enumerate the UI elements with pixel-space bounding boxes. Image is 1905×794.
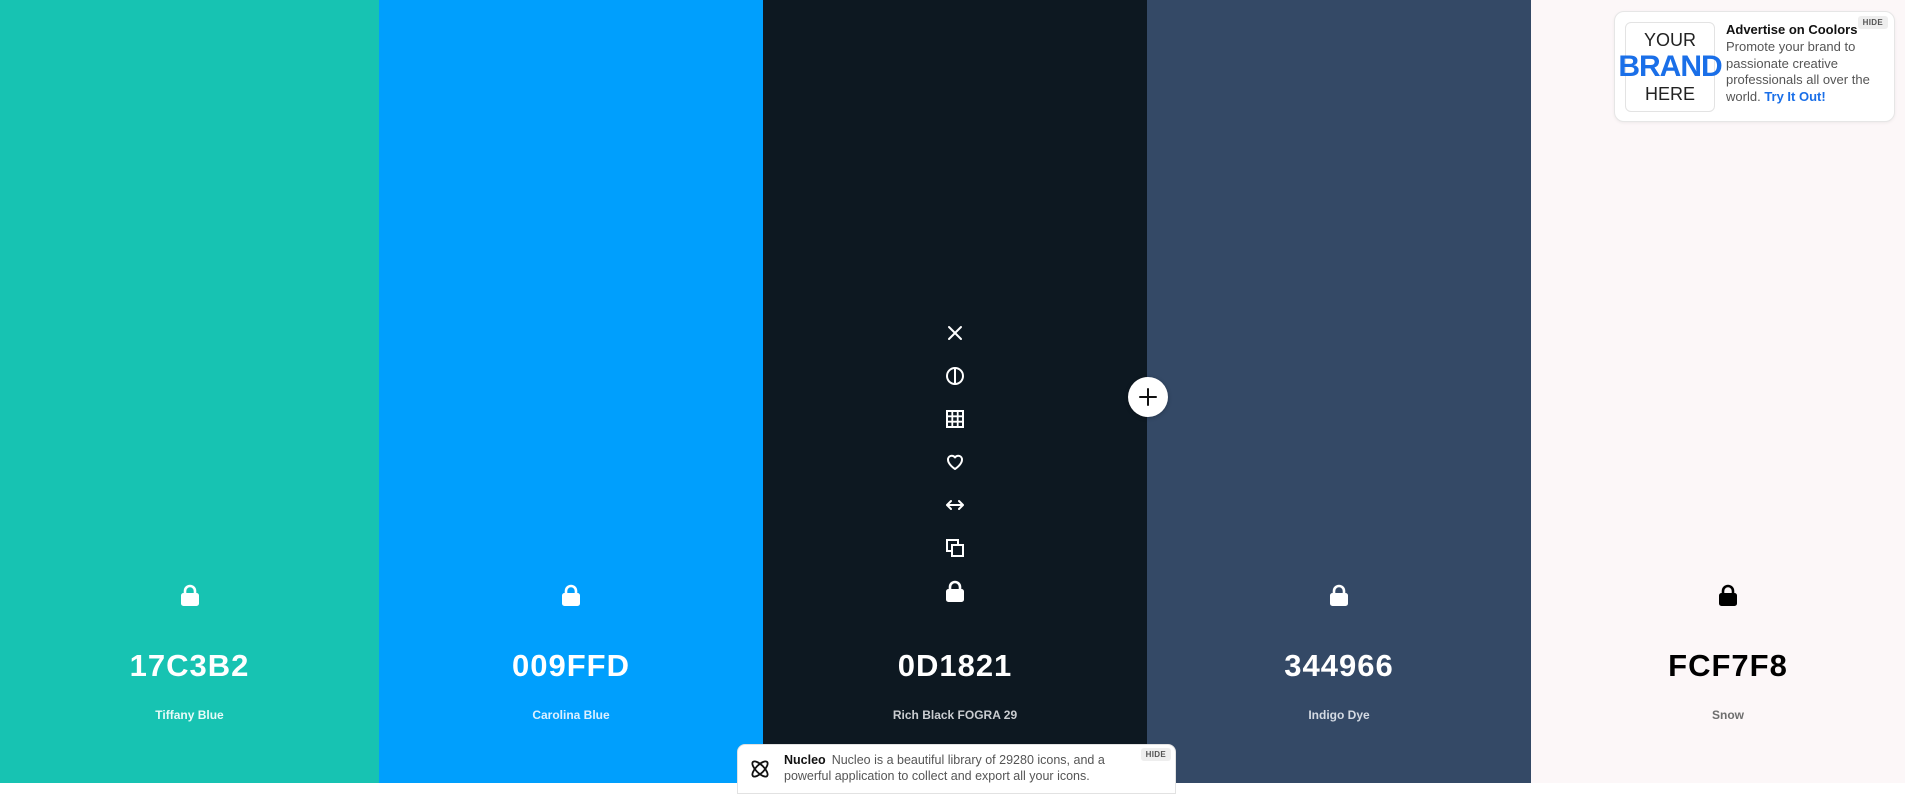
color-column-4[interactable]: 344966 Indigo Dye	[1147, 0, 1531, 783]
column-toolbar	[944, 322, 966, 602]
ad-logo-line: BRAND	[1618, 50, 1722, 83]
copy-icon[interactable]	[944, 537, 966, 559]
color-name[interactable]: Rich Black FOGRA 29	[763, 708, 1147, 722]
color-hex-code[interactable]: 009FFD	[379, 648, 763, 684]
color-column-3[interactable]: 0D1821 Rich Black FOGRA 29	[763, 0, 1147, 783]
ad-logo-line: YOUR	[1643, 30, 1696, 50]
drag-arrows-icon[interactable]	[944, 494, 966, 516]
close-icon[interactable]	[944, 322, 966, 344]
hide-ad-button[interactable]: HIDE	[1857, 16, 1888, 29]
color-name[interactable]: Tiffany Blue	[0, 708, 379, 722]
notice-title: Nucleo	[784, 753, 826, 767]
color-hex-code[interactable]: 0D1821	[763, 648, 1147, 684]
ad-logo: YOUR BRAND HERE	[1618, 22, 1723, 112]
nucleo-logo-icon	[749, 758, 771, 780]
lock-icon[interactable]	[1328, 583, 1350, 607]
color-hex-code[interactable]: FCF7F8	[1531, 648, 1905, 684]
color-name[interactable]: Indigo Dye	[1147, 708, 1531, 722]
lock-icon[interactable]	[560, 583, 582, 607]
color-hex-code[interactable]: 344966	[1147, 648, 1531, 684]
ad-title: Advertise on Coolors	[1726, 22, 1858, 37]
color-name[interactable]: Carolina Blue	[379, 708, 763, 722]
hide-notice-button[interactable]: HIDE	[1140, 748, 1171, 761]
color-hex-code[interactable]: 17C3B2	[0, 648, 379, 684]
ad-logo-line: HERE	[1644, 84, 1695, 104]
color-column-1[interactable]: 17C3B2 Tiffany Blue	[0, 0, 379, 783]
favorite-heart-icon[interactable]	[944, 451, 966, 473]
add-color-button[interactable]	[1128, 377, 1168, 417]
sponsor-notice[interactable]: Nucleo Nucleo is a beautiful library of 2…	[737, 744, 1176, 794]
notice-body: Nucleo is a beautiful library of 29280 i…	[784, 753, 1105, 783]
color-name[interactable]: Snow	[1531, 708, 1905, 722]
color-column-2[interactable]: 009FFD Carolina Blue	[379, 0, 763, 783]
plus-icon	[1139, 388, 1157, 406]
ad-link[interactable]: Try It Out!	[1764, 89, 1825, 104]
advertisement-card[interactable]: YOUR BRAND HERE Advertise on Coolors Pro…	[1614, 11, 1895, 122]
notice-text: Nucleo Nucleo is a beautiful library of 2…	[784, 752, 1129, 784]
lock-icon[interactable]	[1717, 583, 1739, 607]
lock-icon[interactable]	[944, 580, 966, 602]
shades-grid-icon[interactable]	[944, 408, 966, 430]
ad-description: Promote your brand to passionate creativ…	[1726, 39, 1886, 105]
lock-icon[interactable]	[179, 583, 201, 607]
contrast-icon[interactable]	[944, 365, 966, 387]
